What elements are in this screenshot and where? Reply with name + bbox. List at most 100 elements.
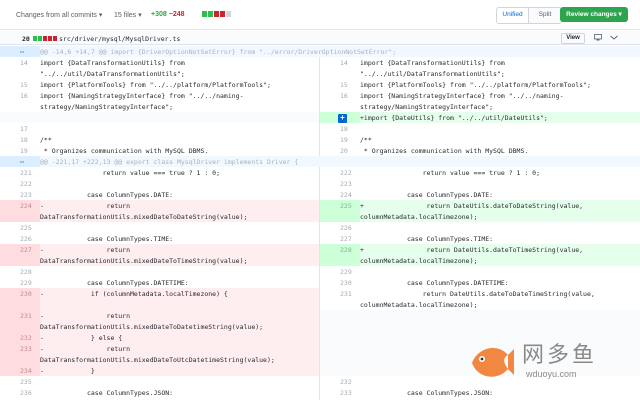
line-number[interactable]: 230: [320, 277, 360, 288]
line-number[interactable]: 14: [320, 57, 360, 68]
line-number[interactable]: 15: [0, 79, 40, 90]
line-number[interactable]: [0, 255, 40, 266]
code-line: - return: [40, 244, 319, 255]
line-number[interactable]: [320, 255, 360, 266]
line-number[interactable]: [320, 310, 360, 321]
left-side: 222: [0, 178, 320, 189]
line-number[interactable]: 223: [320, 178, 360, 189]
unified-button[interactable]: Unified: [497, 8, 529, 23]
line-number[interactable]: 229: [320, 266, 360, 277]
hunk-expand-icon[interactable]: ⋯: [0, 46, 40, 57]
left-side: 229 case ColumnTypes.DATETIME:: [0, 277, 320, 288]
line-number[interactable]: 14: [0, 57, 40, 68]
line-number[interactable]: 227: [0, 244, 40, 255]
line-number[interactable]: 18: [320, 123, 360, 134]
view-file-button[interactable]: View: [561, 33, 585, 44]
right-side: 17+import {DateUtils} from "../../util/D…: [320, 112, 640, 123]
left-side: 225: [0, 222, 320, 233]
line-number[interactable]: 232: [320, 376, 360, 387]
line-number[interactable]: 228: [0, 266, 40, 277]
line-number[interactable]: 227: [320, 233, 360, 244]
line-number[interactable]: [320, 68, 360, 79]
hunk-header: ⋯ @@ -221,17 +222,13 @@ export class Mysq…: [0, 156, 640, 167]
line-number[interactable]: 15: [320, 79, 360, 90]
line-number[interactable]: [320, 343, 360, 354]
line-number[interactable]: [320, 332, 360, 343]
line-number[interactable]: 228: [320, 244, 360, 255]
line-number[interactable]: 225: [320, 200, 360, 211]
changes-from-dropdown[interactable]: Changes from all commits ▾: [16, 11, 102, 19]
line-number[interactable]: [0, 68, 40, 79]
kebab-icon[interactable]: [610, 34, 618, 43]
code-line: import {PlatformTools} from "../../platf…: [360, 81, 591, 89]
line-number[interactable]: 229: [0, 277, 40, 288]
line-number[interactable]: [0, 101, 40, 112]
line-number[interactable]: 16: [0, 90, 40, 101]
code-line: case ColumnTypes.DATE:: [360, 191, 494, 199]
line-number[interactable]: [320, 101, 360, 112]
line-number[interactable]: 16: [320, 90, 360, 101]
line-number[interactable]: 223: [0, 189, 40, 200]
line-number[interactable]: 19: [320, 134, 360, 145]
line-number[interactable]: [320, 211, 360, 222]
line-number[interactable]: [320, 354, 360, 365]
right-side: 225 + return DateUtils.dateToDateString(v…: [320, 200, 640, 211]
line-number[interactable]: 226: [0, 233, 40, 244]
line-number[interactable]: 236: [0, 387, 40, 398]
line-number[interactable]: 232: [0, 332, 40, 343]
add-comment-button[interactable]: +: [338, 114, 347, 123]
line-number[interactable]: 20: [320, 145, 360, 156]
diff-row: 228 229: [0, 266, 640, 277]
hunk-expand-icon[interactable]: ⋯: [0, 156, 40, 167]
line-number[interactable]: 230: [0, 288, 40, 299]
line-number[interactable]: 222: [320, 167, 360, 178]
line-number[interactable]: 224: [0, 200, 40, 211]
files-dropdown[interactable]: 15 files ▾: [114, 11, 142, 19]
file-change-count: 20: [22, 35, 30, 43]
right-side: strategy/NamingStrategyInterface";: [320, 101, 640, 112]
right-side: 18: [320, 123, 640, 134]
left-side: 226 case ColumnTypes.TIME:: [0, 233, 320, 244]
diff-row: 221 return value === true ? 1 : 0; 222 re…: [0, 167, 640, 178]
line-number[interactable]: [0, 354, 40, 365]
line-number[interactable]: 17: [0, 123, 40, 134]
code-line: - }: [40, 365, 319, 376]
diff-row: "../../util/DataTransformationUtils"; "..…: [0, 68, 640, 79]
line-number[interactable]: 226: [320, 222, 360, 233]
diff-row: strategy/NamingStrategyInterface"; strate…: [0, 101, 640, 112]
line-number[interactable]: 231: [0, 310, 40, 321]
line-number[interactable]: 231: [320, 288, 360, 299]
line-number[interactable]: 19: [0, 145, 40, 156]
split-button[interactable]: Split: [529, 8, 561, 23]
desktop-icon[interactable]: [594, 34, 602, 43]
line-number[interactable]: [0, 321, 40, 332]
line-number[interactable]: [320, 321, 360, 332]
right-side: 20 * Organizes communication with MySQL …: [320, 145, 640, 156]
line-number[interactable]: 224: [320, 189, 360, 200]
line-number[interactable]: 234: [0, 365, 40, 376]
code-line: * Organizes communication with MySQL DBM…: [360, 147, 529, 155]
line-number[interactable]: [320, 365, 360, 376]
line-number[interactable]: 233: [0, 343, 40, 354]
code-line: /**: [360, 136, 372, 144]
file-path[interactable]: src/driver/mysql/MysqlDriver.ts: [59, 35, 180, 43]
line-number[interactable]: 233: [320, 387, 360, 398]
line-number[interactable]: [0, 211, 40, 222]
code-line: - return: [40, 310, 319, 321]
line-number[interactable]: 235: [0, 376, 40, 387]
line-number[interactable]: [0, 112, 40, 123]
line-number[interactable]: 18: [0, 134, 40, 145]
line-number[interactable]: [320, 299, 360, 310]
line-number[interactable]: 222: [0, 178, 40, 189]
line-number[interactable]: [0, 299, 40, 310]
left-side: 224- return: [0, 200, 320, 211]
line-number[interactable]: 225: [0, 222, 40, 233]
line-number[interactable]: 221: [0, 167, 40, 178]
review-changes-button[interactable]: Review changes ▾: [560, 7, 628, 22]
deletions-count: −248: [168, 11, 185, 18]
diff-row: 16 import {NamingStrategyInterface} from …: [0, 90, 640, 101]
diff-row: 227- return 228 + return DateUtils.dateToT…: [0, 244, 640, 255]
